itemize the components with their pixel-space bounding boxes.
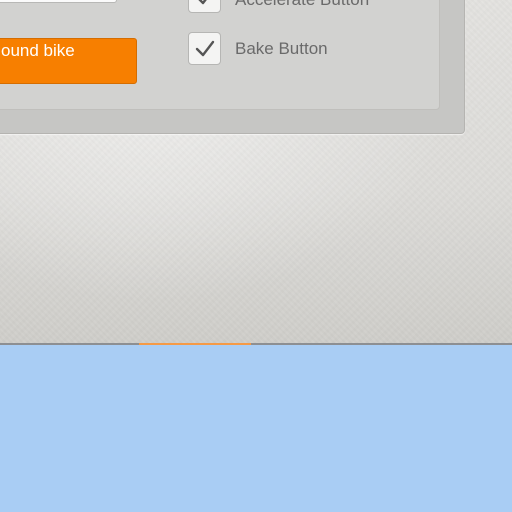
screen: ound bike Accelerate Button Bake Button [0,0,512,512]
text-input[interactable] [0,0,117,3]
bake-button-label: Bake Button [235,39,328,58]
orange-action-button[interactable]: ound bike [0,38,137,84]
bake-button-checkbox[interactable] [188,32,221,65]
accelerate-button-label: Accelerate Button [235,0,369,10]
accelerate-button-checkbox[interactable] [188,0,221,13]
checkmark-icon [195,40,214,56]
section-divider [0,343,512,345]
checkmark-icon [198,0,206,4]
active-tab-indicator [139,343,251,345]
